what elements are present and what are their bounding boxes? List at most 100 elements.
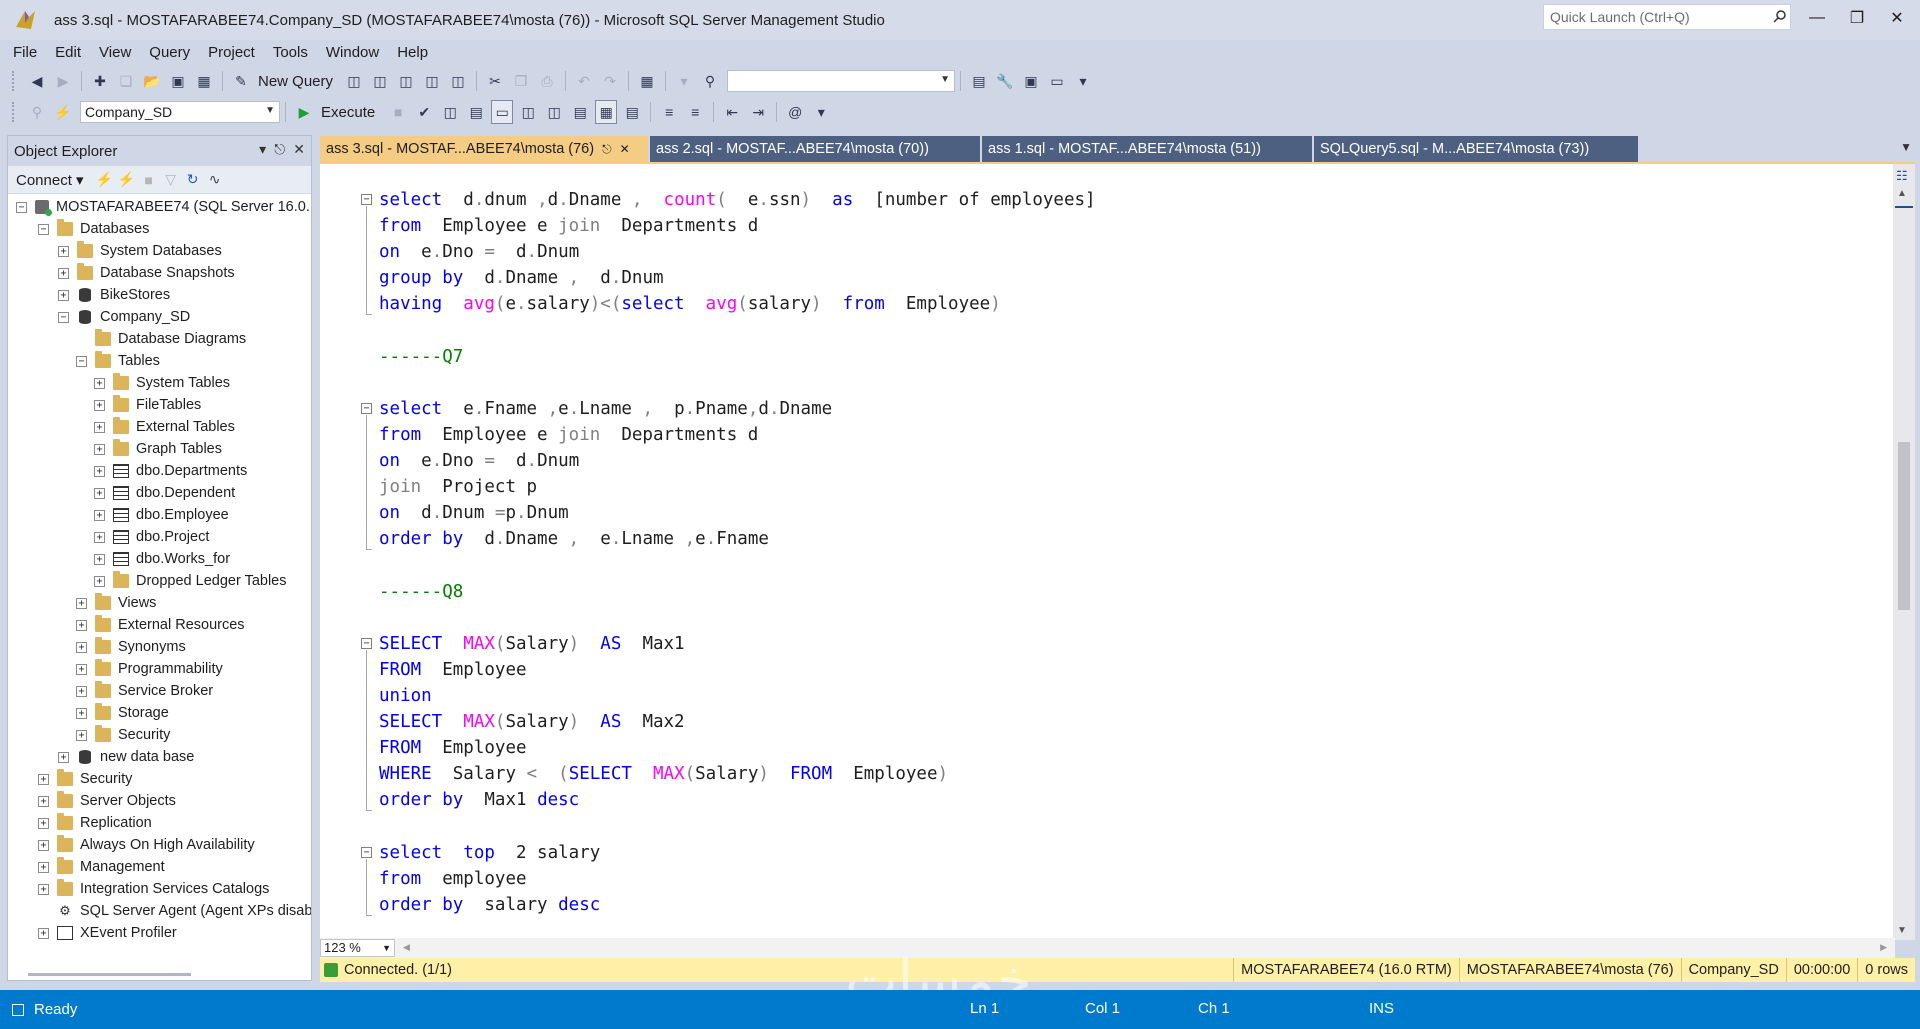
- tree-node[interactable]: + Views: [76, 592, 156, 614]
- uncomment-lines-icon[interactable]: ≡: [684, 100, 706, 124]
- toolbar-overflow-icon[interactable]: ▾: [810, 100, 832, 124]
- tree-node[interactable]: + Server Objects: [38, 790, 176, 812]
- code-line[interactable]: select e.Fname ,e.Lname , p.Pname,d.Dnam…: [379, 397, 832, 421]
- decrease-indent-icon[interactable]: ⇤: [721, 100, 743, 124]
- stop-icon[interactable]: ■: [138, 172, 160, 188]
- new-project-icon[interactable]: ✚: [89, 69, 111, 93]
- menu-project[interactable]: Project: [199, 44, 264, 61]
- properties-icon[interactable]: 🔧: [994, 69, 1016, 93]
- expand-icon[interactable]: +: [76, 663, 87, 675]
- expand-icon[interactable]: +: [38, 861, 49, 873]
- code-line[interactable]: on e.Dno = d.Dnum: [379, 240, 579, 264]
- disconnect-icon[interactable]: ⚡: [116, 171, 138, 188]
- toolbar-grip[interactable]: [12, 102, 18, 122]
- collapse-region-icon[interactable]: −: [361, 846, 372, 858]
- save-all-icon[interactable]: ▦: [193, 69, 215, 93]
- results-to-grid-icon[interactable]: ▦: [595, 100, 618, 124]
- collapse-icon[interactable]: −: [16, 201, 27, 213]
- tree-node[interactable]: + Service Broker: [76, 680, 213, 702]
- paste-icon[interactable]: ⎙: [536, 69, 558, 93]
- results-to-file-icon[interactable]: ▤: [621, 100, 643, 124]
- tree-node[interactable]: + Graph Tables: [94, 438, 222, 460]
- stop-icon[interactable]: ■: [387, 100, 409, 124]
- expand-icon[interactable]: +: [58, 751, 69, 763]
- tree-node[interactable]: + XEvent Profiler: [38, 922, 177, 944]
- panel-menu-icon[interactable]: ▾: [259, 141, 266, 158]
- query-editor[interactable]: − − − − select d.dnum ,d.Dname , count( e.s…: [320, 162, 1915, 940]
- restore-icon[interactable]: ❐: [1837, 4, 1877, 32]
- tree-node[interactable]: + FileTables: [94, 394, 201, 416]
- cut-icon[interactable]: ✂: [484, 69, 506, 93]
- tree-node[interactable]: + dbo.Employee: [94, 504, 229, 526]
- expand-icon[interactable]: +: [94, 553, 105, 565]
- code-line[interactable]: select d.dnum ,d.Dname , count( e.ssn) a…: [379, 188, 1096, 212]
- menu-window[interactable]: Window: [317, 44, 388, 61]
- toolbar-grip[interactable]: [12, 71, 18, 91]
- solution-combo[interactable]: ▼: [727, 70, 956, 92]
- expand-icon[interactable]: +: [94, 531, 105, 543]
- code-line[interactable]: from Employee e join Departments d: [379, 214, 758, 238]
- client-statistics-icon[interactable]: ◫: [543, 100, 565, 124]
- scroll-up-icon[interactable]: ▲: [1897, 188, 1907, 199]
- collapse-icon[interactable]: −: [58, 311, 69, 323]
- code-line[interactable]: WHERE Salary < (SELECT MAX(Salary) FROM …: [379, 762, 948, 786]
- code-line[interactable]: FROM Employee: [379, 658, 527, 682]
- expand-icon[interactable]: +: [58, 267, 69, 279]
- increase-indent-icon[interactable]: ⇥: [747, 100, 769, 124]
- dax-query-icon[interactable]: ◫: [447, 69, 469, 93]
- tree-node[interactable]: + Security: [76, 724, 170, 746]
- tab-ass1-sql[interactable]: ass 1.sql - MOSTAF...ABEE74\mosta (51)): [982, 136, 1312, 162]
- tree-node[interactable]: − MOSTAFARABEE74 (SQL Server 16.0.10: [16, 196, 311, 218]
- toolbar-overflow-icon[interactable]: ▾: [1072, 69, 1094, 93]
- tree-node[interactable]: + dbo.Project: [94, 526, 209, 548]
- expand-icon[interactable]: +: [76, 641, 87, 653]
- tree-node[interactable]: + Storage: [76, 702, 169, 724]
- mdx-query-icon[interactable]: ◫: [369, 69, 391, 93]
- expand-icon[interactable]: +: [94, 377, 105, 389]
- undo-icon[interactable]: ↶: [573, 69, 595, 93]
- live-query-stats-icon[interactable]: ◫: [517, 100, 539, 124]
- close-icon[interactable]: ✕: [293, 141, 305, 158]
- solution-config-icon[interactable]: ▾: [673, 69, 695, 93]
- pin-icon[interactable]: ⎋: [274, 141, 285, 158]
- code-line[interactable]: order by d.Dname , e.Lname ,e.Fname: [379, 527, 769, 551]
- collapse-icon[interactable]: −: [38, 223, 49, 235]
- tree-node[interactable]: + Dropped Ledger Tables: [94, 570, 286, 592]
- tree-node[interactable]: + Management: [38, 856, 165, 878]
- connect-plug-icon[interactable]: ⚡: [94, 171, 116, 188]
- tab-ass2-sql[interactable]: ass 2.sql - MOSTAF...ABEE74\mosta (70)): [650, 136, 980, 162]
- results-to-text-icon[interactable]: ▤: [569, 100, 591, 124]
- connect-icon[interactable]: ⚲: [26, 100, 48, 124]
- collapse-icon[interactable]: −: [76, 355, 87, 367]
- horizontal-scrollbar[interactable]: ◀ ▶: [395, 940, 1895, 956]
- dmx-query-icon[interactable]: ◫: [395, 69, 417, 93]
- expand-icon[interactable]: +: [94, 443, 105, 455]
- expand-icon[interactable]: +: [94, 421, 105, 433]
- code-line[interactable]: having avg(e.salary)<(select avg(salary)…: [379, 292, 1001, 316]
- expand-icon[interactable]: +: [76, 685, 87, 697]
- execute-button[interactable]: Execute: [321, 104, 375, 121]
- expand-icon[interactable]: +: [38, 927, 49, 939]
- tree-node[interactable]: Database Diagrams: [76, 328, 246, 350]
- expand-icon[interactable]: +: [38, 817, 49, 829]
- menu-view[interactable]: View: [90, 44, 140, 61]
- menu-file[interactable]: File: [4, 44, 46, 61]
- display-estimated-plan-icon[interactable]: ◫: [439, 100, 461, 124]
- tree-node[interactable]: + Security: [38, 768, 132, 790]
- vertical-scrollbar[interactable]: ☷ ▲ ▼: [1893, 164, 1915, 940]
- tree-node[interactable]: + Integration Services Catalogs: [38, 878, 269, 900]
- code-line[interactable]: SELECT MAX(Salary) AS Max2: [379, 710, 685, 734]
- tab-sqlquery5-sql[interactable]: SQLQuery5.sql - M...ABEE74\mosta (73)): [1314, 136, 1638, 162]
- minimize-icon[interactable]: —: [1797, 4, 1837, 32]
- menu-query[interactable]: Query: [140, 44, 199, 61]
- horizontal-scrollbar[interactable]: [28, 973, 191, 976]
- tree-node[interactable]: + System Databases: [58, 240, 222, 262]
- expand-icon[interactable]: +: [38, 883, 49, 895]
- code-line[interactable]: FROM Employee: [379, 736, 527, 760]
- copy-icon[interactable]: ❐: [510, 69, 532, 93]
- tab-overflow-icon[interactable]: ▼: [1900, 140, 1912, 154]
- expand-icon[interactable]: +: [38, 795, 49, 807]
- query-designer-icon[interactable]: ▤: [465, 100, 487, 124]
- scroll-left-icon[interactable]: ◀: [403, 942, 410, 953]
- xmla-query-icon[interactable]: ◫: [421, 69, 443, 93]
